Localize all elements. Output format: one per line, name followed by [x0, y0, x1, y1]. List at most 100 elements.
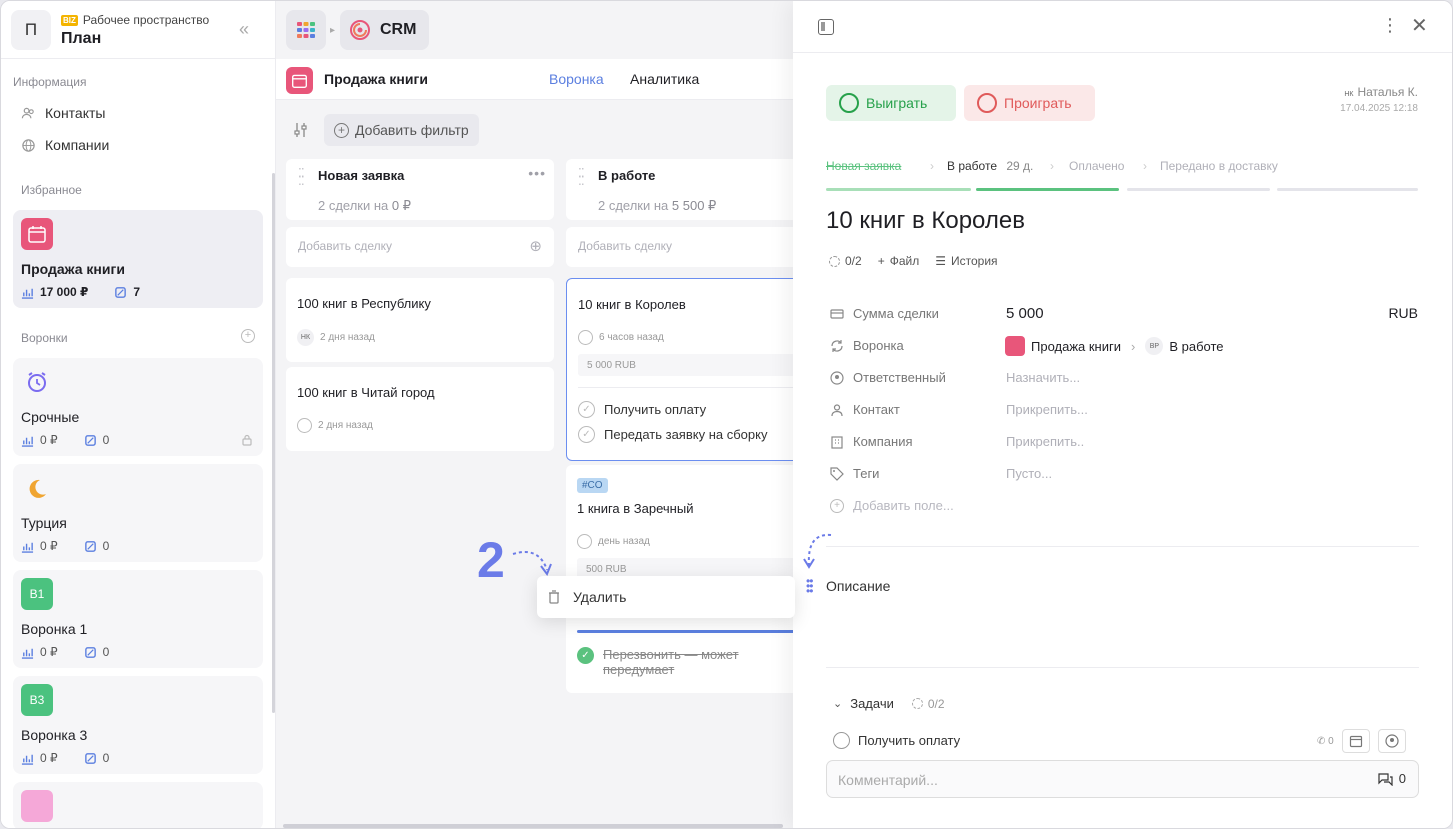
avatar: НК — [297, 329, 314, 346]
breadcrumb-arrow-icon: ▸ — [330, 25, 336, 36]
lose-button[interactable]: Проиграть — [964, 85, 1095, 121]
deal-task[interactable]: ✓ Получить оплату — [578, 401, 706, 418]
tab-analytics[interactable]: Аналитика — [630, 71, 699, 87]
company-value[interactable]: Прикрепить.. — [1006, 434, 1084, 449]
filter-row: + Добавить фильтр — [286, 114, 479, 146]
add-funnel-icon[interactable]: + — [241, 329, 255, 343]
funnel-card-v1[interactable]: В1 Воронка 1 0 ₽ 0 — [13, 570, 263, 668]
drag-handle-icon[interactable]: •• •• •• — [806, 575, 813, 597]
check-done-icon[interactable]: ✓ — [577, 647, 594, 664]
plus-circle-icon: ⊕ — [529, 238, 542, 255]
funnel-value[interactable]: Продажа книги › ВР В работе — [1005, 336, 1224, 356]
deal-time: 6 часов назад — [599, 332, 664, 343]
deal-time: 2 дня назад — [320, 332, 375, 343]
board-header: Продажа книги Воронка Аналитика — [276, 59, 796, 100]
column-header-new[interactable]: ⁚⁚ ⁚⁚ Новая заявка ••• 2 сделки на 0 ₽ — [286, 159, 554, 220]
sidebar-scrollbar[interactable] — [272, 173, 275, 713]
responsible-value[interactable]: Назначить... — [1006, 370, 1080, 385]
add-filter-button[interactable]: + Добавить фильтр — [324, 114, 479, 146]
workspace-avatar[interactable]: П — [11, 10, 51, 50]
stage-in-progress[interactable]: В работе 29 д. — [947, 159, 1033, 173]
funnel-card-turkey[interactable]: Турция 0 ₽ 0 — [13, 464, 263, 562]
column-summary: 2 сделки на 5 500 ₽ — [598, 198, 717, 213]
context-menu-delete[interactable]: Удалить — [537, 576, 795, 618]
section-funnels-label: Воронки — [21, 331, 68, 345]
funnel-name: Продажа книги — [21, 261, 125, 277]
avatar: НК — [1344, 91, 1354, 98]
funnel-card-v3[interactable]: В3 Воронка 3 0 ₽ 0 — [13, 676, 263, 774]
assign-button[interactable] — [1377, 729, 1406, 753]
crm-app-button[interactable]: CRM — [340, 10, 429, 50]
comment-placeholder: Комментарий... — [838, 772, 938, 788]
deals-icon — [115, 286, 127, 298]
deal-card-selected[interactable]: 10 книг в Королев 6 часов назад 5 000 RU… — [566, 278, 806, 461]
tab-funnel[interactable]: Воронка — [549, 71, 604, 87]
drag-handle-icon[interactable]: ⁚⁚ ⁚⁚ — [578, 167, 585, 187]
stage-paid[interactable]: Оплачено — [1069, 159, 1124, 173]
funnel-stats: 17 000 ₽ 7 — [21, 285, 140, 299]
win-button[interactable]: Выиграть — [826, 85, 956, 121]
close-icon[interactable]: ✕ — [1411, 13, 1428, 38]
settings-sliders-icon[interactable] — [286, 115, 316, 145]
check-icon[interactable]: ✓ — [578, 426, 595, 443]
check-icon[interactable]: ✓ — [578, 401, 595, 418]
sum-value[interactable]: 5 000 — [1006, 305, 1044, 322]
deal-task[interactable]: ✓ Передать заявку на сборку — [578, 426, 767, 443]
list-icon: ☰ — [935, 254, 946, 268]
chevron-right-icon: › — [1143, 159, 1147, 173]
currency-value[interactable]: RUB — [1388, 305, 1418, 321]
calendar-button[interactable] — [1341, 729, 1370, 753]
funnel-name: Воронка 1 — [21, 621, 88, 637]
stage-bar-4 — [1277, 188, 1418, 191]
deal-task-done[interactable]: ✓ Перезвонить — может передумает — [577, 647, 783, 677]
stage-avatar: ВР — [1145, 337, 1164, 355]
favorite-funnel-card[interactable]: Продажа книги 17 000 ₽ 7 — [13, 210, 263, 308]
history-button[interactable]: ☰ История — [935, 254, 997, 268]
contact-value[interactable]: Прикрепить... — [1006, 402, 1088, 417]
alarm-clock-icon — [21, 366, 53, 398]
sidebar: П BIZ Рабочее пространство План « Информ… — [1, 1, 276, 828]
more-vertical-icon[interactable]: ⋮ — [1381, 15, 1399, 36]
funnel-name: Воронка 3 — [21, 727, 88, 743]
workspace-name: План — [61, 30, 102, 47]
task-tools: ✆ 0 — [1317, 729, 1406, 753]
deal-title-heading[interactable]: 10 книг в Королев — [826, 207, 1025, 235]
comment-input[interactable]: Комментарий... 0 — [826, 760, 1419, 798]
add-file-button[interactable]: + Файл — [878, 254, 920, 268]
description-section[interactable]: Описание — [826, 578, 890, 594]
chevron-down-icon[interactable]: ⌄ — [833, 697, 842, 710]
funnel-card-urgent[interactable]: Срочные 0 ₽ 0 — [13, 358, 263, 456]
deal-title: 10 книг в Королев — [578, 297, 686, 312]
delete-label: Удалить — [573, 589, 627, 605]
funnel-card-partial[interactable] — [13, 782, 263, 828]
deal-actions: 0/2 + Файл ☰ История — [829, 254, 998, 268]
comments-count[interactable]: 0 — [1378, 771, 1406, 786]
more-icon[interactable]: ••• — [528, 165, 546, 181]
task-item[interactable]: Получить оплату — [833, 732, 960, 749]
task-checkbox[interactable] — [833, 732, 850, 749]
apps-grid-icon[interactable] — [286, 10, 326, 50]
drag-handle-icon[interactable]: ⁚⁚ ⁚⁚ — [298, 167, 305, 187]
user-circle-icon — [1385, 734, 1399, 748]
panel-toggle-icon[interactable] — [818, 19, 834, 35]
moon-icon — [21, 472, 53, 504]
field-responsible: Ответственный — [830, 370, 946, 385]
workspace-header[interactable]: П BIZ Рабочее пространство План « — [1, 1, 275, 59]
tags-value[interactable]: Пусто... — [1006, 466, 1052, 481]
tasks-progress[interactable]: 0/2 — [829, 254, 862, 268]
tasks-header[interactable]: ⌄ Задачи 0/2 — [833, 696, 945, 711]
add-field-button[interactable]: + Добавить поле... — [830, 498, 954, 513]
sidebar-item-contacts[interactable]: Контакты — [21, 105, 105, 121]
funnel-letter-icon — [21, 790, 53, 822]
deal-card[interactable]: 100 книг в Республику НК 2 дня назад — [286, 278, 554, 362]
stage-delivery[interactable]: Передано в доставку — [1160, 159, 1278, 173]
section-favorites-label: Избранное — [21, 183, 82, 197]
add-deal-label: Добавить сделку — [578, 239, 673, 253]
funnel-stats: 0 ₽ 0 — [21, 645, 109, 659]
deal-card[interactable]: 100 книг в Читай город 2 дня назад — [286, 367, 554, 451]
collapse-sidebar-icon[interactable]: « — [239, 19, 249, 40]
stage-new[interactable]: Новая заявка — [826, 159, 901, 173]
sidebar-item-companies[interactable]: Компании — [21, 137, 109, 153]
board-scrollbar[interactable] — [283, 824, 783, 828]
add-deal-button[interactable]: Добавить сделку ⊕ — [286, 227, 554, 267]
